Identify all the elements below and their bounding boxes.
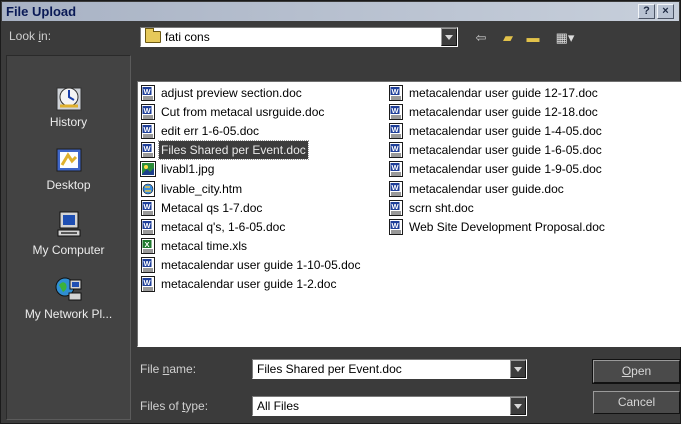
file-item-label: Cut from metacal usrguide.doc xyxy=(161,105,325,120)
svg-text:W: W xyxy=(143,220,151,229)
svg-text:W: W xyxy=(391,87,399,96)
file-item-label: Metacal qs 1-7.doc xyxy=(161,200,263,215)
place-label: Desktop xyxy=(46,178,91,192)
svg-text:W: W xyxy=(391,163,399,172)
file-item-label: metacal time.xls xyxy=(161,238,248,253)
file-item-label: metacalendar user guide 1-10-05.doc xyxy=(161,257,361,272)
look-in-dropdown[interactable]: fati cons xyxy=(140,27,458,47)
file-name-input[interactable]: Files Shared per Event.doc xyxy=(252,359,527,379)
history-icon xyxy=(56,87,82,111)
svg-text:W: W xyxy=(143,87,151,96)
place-my-computer[interactable]: My Computer xyxy=(7,210,130,272)
place-label: History xyxy=(49,115,88,129)
image-file-icon xyxy=(140,161,156,178)
file-list[interactable]: Wadjust preview section.doc W Cut from met… xyxy=(137,81,682,347)
word-doc-icon: W xyxy=(140,199,156,216)
file-item-label: livable_city.htm xyxy=(161,181,243,196)
file-item-label: adjust preview section.doc xyxy=(161,86,302,100)
place-network[interactable]: My Network Pl... xyxy=(7,274,130,336)
file-item-label: metacalendar user guide.doc xyxy=(409,181,564,196)
folder-icon xyxy=(145,28,161,43)
svg-text:W: W xyxy=(143,144,151,153)
close-button[interactable]: × xyxy=(657,4,674,19)
svg-text:W: W xyxy=(391,106,399,115)
up-folder-icon[interactable]: ▰ xyxy=(497,28,519,48)
svg-text:W: W xyxy=(143,278,151,287)
file-name-value: Files Shared per Event.doc xyxy=(257,362,402,376)
svg-text:W: W xyxy=(391,220,399,229)
file-item-label: metacal q's, 1-6-05.doc xyxy=(161,219,286,234)
my-computer-icon xyxy=(57,211,81,237)
file-item-label: scrn sht.doc xyxy=(409,200,474,215)
desktop-icon xyxy=(56,148,82,172)
word-doc-icon: W xyxy=(140,142,156,159)
file-name-label: File name: xyxy=(140,362,197,376)
file-type-dropdown[interactable]: All Files xyxy=(252,396,527,416)
view-menu-icon[interactable]: ▦▾ xyxy=(550,28,580,48)
word-doc-icon: W xyxy=(140,218,156,235)
excel-file-icon: X xyxy=(140,237,156,254)
title-bar[interactable]: File Upload ? × xyxy=(2,2,679,21)
word-doc-icon: W xyxy=(388,123,404,140)
svg-text:W: W xyxy=(391,201,399,210)
word-doc-icon: W xyxy=(140,123,156,140)
look-in-label: Look in: xyxy=(9,29,52,43)
word-doc-icon: W xyxy=(140,256,156,273)
file-item-label: metacalendar user guide 1-9-05.doc xyxy=(409,162,602,177)
svg-text:W: W xyxy=(143,201,151,210)
html-file-icon xyxy=(140,180,156,197)
chevron-down-icon[interactable] xyxy=(441,28,457,46)
file-item-label: Web Site Development Proposal.doc xyxy=(409,219,605,234)
file-item-label: metacalendar user guide 12-17.doc xyxy=(409,86,598,100)
network-places-icon xyxy=(55,277,82,301)
place-label: My Network Pl... xyxy=(24,307,113,321)
file-item-label: edit err 1-6-05.doc xyxy=(161,124,260,139)
new-folder-icon[interactable]: ▬ xyxy=(522,28,544,48)
word-doc-icon: W xyxy=(140,104,156,121)
dialog-title: File Upload xyxy=(6,4,77,19)
svg-text:W: W xyxy=(143,125,151,134)
svg-text:W: W xyxy=(391,144,399,153)
word-doc-icon: W xyxy=(140,85,156,101)
svg-text:X: X xyxy=(144,240,149,249)
place-label: My Computer xyxy=(32,243,105,257)
word-doc-icon: W xyxy=(388,104,404,121)
place-history[interactable]: History xyxy=(7,82,130,144)
place-desktop[interactable]: Desktop xyxy=(7,145,130,207)
cancel-button[interactable]: Cancel xyxy=(593,391,680,414)
word-doc-icon: W xyxy=(388,161,404,178)
word-doc-icon: W xyxy=(388,218,404,235)
file-item-label: metacalendar user guide 1-6-05.doc xyxy=(409,143,602,158)
back-arrow-icon[interactable]: ⇦ xyxy=(470,28,492,48)
word-doc-icon: W xyxy=(388,180,404,197)
svg-text:W: W xyxy=(391,182,399,191)
word-doc-icon: W xyxy=(388,85,404,101)
word-doc-icon: W xyxy=(388,199,404,216)
chevron-down-icon[interactable] xyxy=(510,360,526,378)
file-item-label: metacalendar user guide 1-2.doc xyxy=(161,277,337,291)
word-doc-icon: W xyxy=(140,276,156,292)
file-upload-dialog: File Upload ? × Look in: fati cons ⇦ ▰ ▬… xyxy=(0,0,682,424)
chevron-down-icon[interactable] xyxy=(510,397,526,415)
svg-text:W: W xyxy=(143,106,151,115)
file-item-label: metacalendar user guide 1-4-05.doc xyxy=(409,124,602,139)
file-type-label: Files of type: xyxy=(140,399,209,413)
svg-text:W: W xyxy=(391,125,399,134)
svg-text:W: W xyxy=(143,259,151,268)
file-item-label: livabl1.jpg xyxy=(161,162,215,177)
open-button[interactable]: Open xyxy=(592,359,681,384)
file-item-label: metacalendar user guide 12-18.doc xyxy=(409,105,598,120)
word-doc-icon: W xyxy=(388,142,404,159)
file-item-label: Files Shared per Event.doc xyxy=(158,140,309,161)
file-type-value: All Files xyxy=(257,399,300,413)
places-bar: History Desktop My Computer My Network P… xyxy=(6,55,131,420)
look-in-value: fati cons xyxy=(165,30,210,44)
help-button[interactable]: ? xyxy=(638,4,655,19)
